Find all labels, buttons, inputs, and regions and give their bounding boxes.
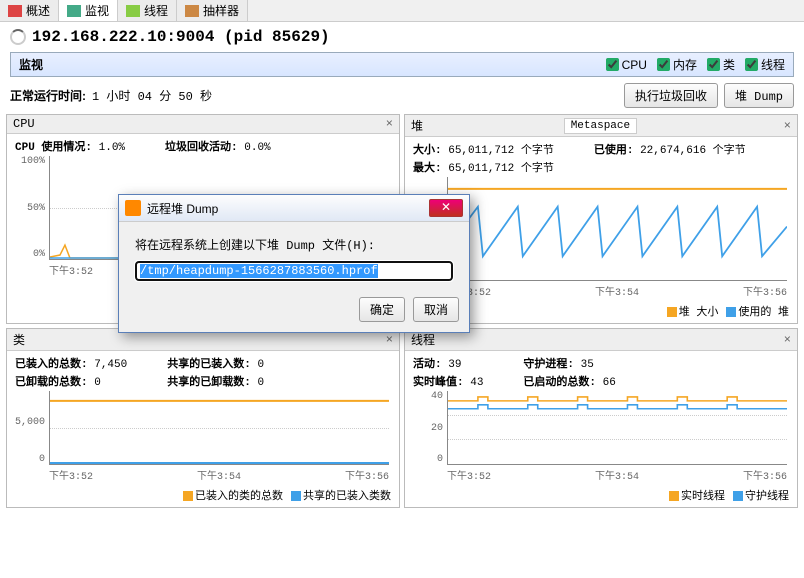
dialog-title: 远程堆 Dump	[147, 200, 423, 217]
tab-label: 监视	[85, 2, 109, 19]
check-cpu[interactable]: CPU	[606, 58, 647, 72]
remote-dump-dialog: 远程堆 Dump ✕ 将在远程系统上创建以下堆 Dump 文件(H): 确定 取…	[118, 194, 470, 333]
tab-overview[interactable]: 概述	[0, 0, 59, 21]
monitor-title: 监视	[19, 56, 596, 73]
java-icon	[125, 200, 141, 216]
check-thr[interactable]: 线程	[745, 56, 785, 73]
tab-label: 抽样器	[203, 2, 239, 19]
tab-sampler[interactable]: 抽样器	[177, 0, 248, 21]
runtime-row: 正常运行时间: 1 小时 04 分 50 秒 执行垃圾回收 堆 Dump	[10, 83, 794, 108]
check-mem[interactable]: 内存	[657, 56, 697, 73]
close-icon[interactable]: ×	[784, 119, 791, 133]
tab-monitor[interactable]: 监视	[59, 0, 118, 21]
threads-icon	[126, 5, 140, 17]
close-icon[interactable]: ×	[386, 333, 393, 347]
sampler-icon	[185, 5, 199, 17]
close-icon[interactable]: ×	[784, 333, 791, 347]
check-cls[interactable]: 类	[707, 56, 735, 73]
close-icon[interactable]: ×	[386, 117, 393, 131]
gc-button[interactable]: 执行垃圾回收	[624, 83, 718, 108]
panel-title: CPU	[13, 117, 386, 131]
heap-dump-button[interactable]: 堆 Dump	[724, 83, 794, 108]
close-button[interactable]: ✕	[429, 199, 463, 217]
dialog-message: 将在远程系统上创建以下堆 Dump 文件(H):	[135, 236, 453, 253]
metaspace-tab[interactable]: Metaspace	[564, 118, 637, 134]
runtime-label: 正常运行时间:	[10, 87, 86, 104]
thread-chart: 40200 下午3:52下午3:54下午3:56	[411, 391, 791, 481]
class-panel: 类× 已装入的总数: 7,450 已卸载的总数: 0 共享的已装入数: 0 共享…	[6, 328, 400, 508]
monitor-bar: 监视 CPU 内存 类 线程	[10, 52, 794, 77]
ok-button[interactable]: 确定	[359, 297, 405, 322]
runtime-value: 1 小时 04 分 50 秒	[92, 87, 212, 104]
thread-panel: 线程× 活动: 39 实时峰值: 43 守护进程: 35 已启动的总数: 66 …	[404, 328, 798, 508]
tab-label: 线程	[144, 2, 168, 19]
host-info: 192.168.222.10:9004 (pid 85629)	[0, 22, 804, 52]
overview-icon	[8, 5, 22, 17]
host-text: 192.168.222.10:9004 (pid 85629)	[32, 28, 330, 46]
monitor-icon	[67, 5, 81, 17]
panel-title: 类	[13, 331, 386, 348]
loading-icon	[10, 29, 26, 45]
class-chart: 5,0000 下午3:52下午3:54下午3:56	[13, 391, 393, 481]
tab-threads[interactable]: 线程	[118, 0, 177, 21]
panel-title: 线程	[411, 331, 784, 348]
dump-path-input[interactable]	[135, 261, 453, 281]
cancel-button[interactable]: 取消	[413, 297, 459, 322]
tab-label: 概述	[26, 2, 50, 19]
tab-bar: 概述 监视 线程 抽样器	[0, 0, 804, 22]
panel-title: 堆	[411, 117, 558, 134]
